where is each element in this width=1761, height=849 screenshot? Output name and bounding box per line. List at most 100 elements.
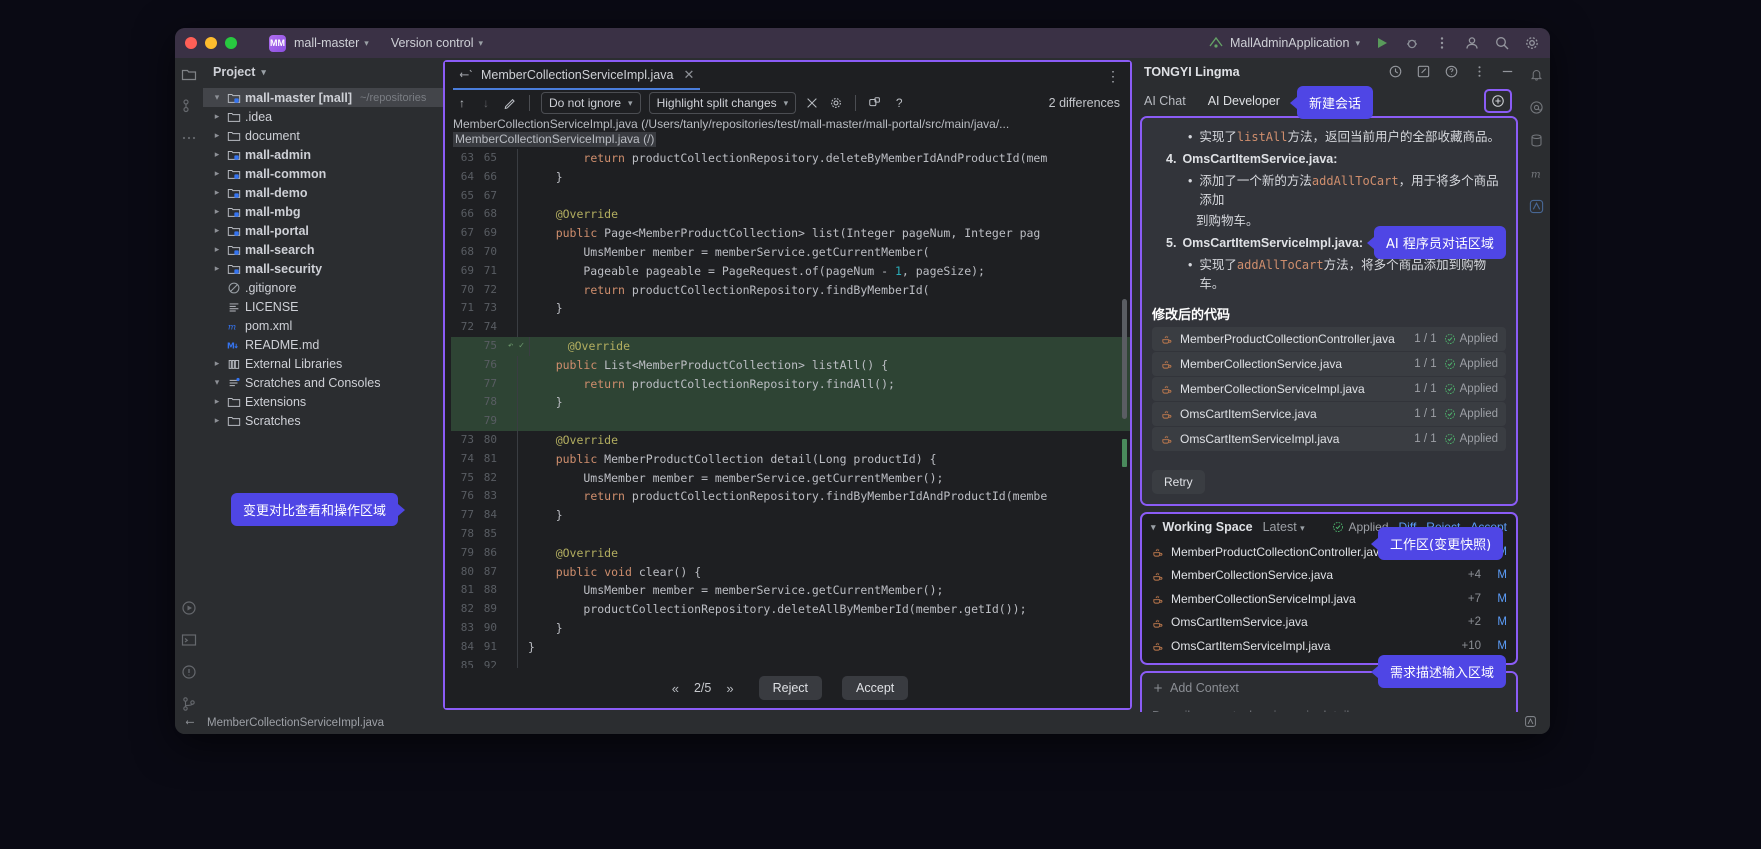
- new-note-icon[interactable]: [1416, 64, 1432, 80]
- chevron-right-icon[interactable]: ▸: [211, 168, 223, 179]
- applied-file-row[interactable]: MemberCollectionService.java 1 / 1 Applied: [1152, 352, 1506, 376]
- editor-options-kebab-icon[interactable]: ⋮: [1106, 68, 1120, 85]
- tree-item-mall-demo[interactable]: ▸ mall-demo: [203, 183, 443, 202]
- commit-tool-icon[interactable]: [181, 98, 197, 114]
- working-space-file-row[interactable]: MemberCollectionService.java +4 M: [1142, 564, 1516, 588]
- more-tools-icon[interactable]: [181, 130, 197, 146]
- working-space-file-row[interactable]: MemberCollectionServiceImpl.java +7 M: [1142, 587, 1516, 611]
- ai-panel-kebab-icon[interactable]: [1472, 64, 1488, 80]
- reject-change-button[interactable]: Reject: [758, 676, 823, 700]
- working-space-version-selector[interactable]: Latest ▾: [1263, 520, 1305, 534]
- tree-item-document[interactable]: ▸ document: [203, 126, 443, 145]
- terminal-tool-icon[interactable]: [181, 632, 197, 648]
- applied-file-row[interactable]: MemberProductCollectionController.java 1 …: [1152, 327, 1506, 351]
- run-config-label: MallAdminApplication: [1229, 36, 1350, 50]
- project-panel-header[interactable]: Project ▾: [203, 58, 443, 86]
- chevron-right-icon[interactable]: ▸: [211, 396, 223, 407]
- problems-tool-icon[interactable]: [181, 664, 197, 680]
- chevron-right-icon[interactable]: ▸: [211, 111, 223, 122]
- ai-tab-ai-developer[interactable]: AI Developer: [1208, 94, 1280, 108]
- chevron-right-icon[interactable]: ▸: [211, 187, 223, 198]
- tree-item-extensions[interactable]: ▸ Extensions: [203, 392, 443, 411]
- code-text: }: [528, 395, 563, 410]
- diff-settings-gear-icon[interactable]: [825, 92, 847, 114]
- ai-assistant-at-icon[interactable]: [1529, 100, 1545, 116]
- project-tree[interactable]: ▾ mall-master [mall] ~/repositories ▸ .idea ▸…: [203, 86, 443, 712]
- chevron-right-icon[interactable]: ▸: [211, 130, 223, 141]
- accept-change-button[interactable]: Accept: [842, 676, 909, 700]
- retry-button[interactable]: Retry: [1152, 470, 1205, 494]
- close-window-button[interactable]: [185, 37, 197, 49]
- ai-tab-ai-chat[interactable]: AI Chat: [1144, 94, 1186, 108]
- chevron-right-icon[interactable]: ▸: [211, 415, 223, 426]
- tongyi-lingma-icon[interactable]: [1529, 199, 1545, 215]
- revert-change-icon[interactable]: ↶ ✓: [503, 337, 529, 356]
- tree-item-mall-master-mall[interactable]: ▾ mall-master [mall] ~/repositories: [203, 88, 443, 107]
- working-space-file-row[interactable]: OmsCartItemServiceImpl.java +10 M: [1142, 634, 1516, 658]
- applied-file-row[interactable]: OmsCartItemServiceImpl.java 1 / 1 Applied: [1152, 427, 1506, 451]
- working-space-file-row[interactable]: OmsCartItemService.java +2 M: [1142, 611, 1516, 635]
- edit-source-button[interactable]: [499, 92, 521, 114]
- tree-item-scratches-and-consoles[interactable]: ▾ Scratches and Consoles: [203, 373, 443, 392]
- tree-item-mall-search[interactable]: ▸ mall-search: [203, 240, 443, 259]
- minimize-panel-icon[interactable]: [1500, 64, 1516, 80]
- chevron-right-icon[interactable]: ▸: [211, 358, 223, 369]
- chat-history-icon[interactable]: [1388, 64, 1404, 80]
- chevron-right-icon[interactable]: ▸: [211, 206, 223, 217]
- ignore-policy-combo[interactable]: Do not ignore ▾: [541, 92, 641, 114]
- chevron-right-icon[interactable]: ▸: [211, 244, 223, 255]
- tree-item-mall-portal[interactable]: ▸ mall-portal: [203, 221, 443, 240]
- database-icon[interactable]: [1529, 133, 1545, 149]
- tree-item-gitignore[interactable]: .gitignore: [203, 278, 443, 297]
- chevron-down-icon[interactable]: ▾: [1151, 522, 1156, 533]
- editor-tab-membercollectionserviceimpl[interactable]: MemberCollectionServiceImpl.java ✕: [453, 62, 701, 90]
- highlight-mode-combo[interactable]: Highlight split changes ▾: [648, 92, 797, 114]
- notifications-bell-icon[interactable]: [1529, 67, 1545, 83]
- tree-item-pom-xml[interactable]: m pom.xml: [203, 316, 443, 335]
- run-tool-icon[interactable]: [181, 600, 197, 616]
- debug-button[interactable]: [1404, 35, 1420, 51]
- applied-file-row[interactable]: OmsCartItemService.java 1 / 1 Applied: [1152, 402, 1506, 426]
- account-icon[interactable]: [1464, 35, 1480, 51]
- chevron-down-icon[interactable]: ▾: [211, 377, 223, 388]
- git-branch-tool-icon[interactable]: [181, 696, 197, 712]
- minimize-window-button[interactable]: [205, 37, 217, 49]
- next-difference-button[interactable]: ↓: [475, 92, 497, 114]
- tree-item-license[interactable]: LICENSE: [203, 297, 443, 316]
- tree-item-readme-md[interactable]: M README.md: [203, 335, 443, 354]
- chevron-right-icon[interactable]: ▸: [211, 225, 223, 236]
- search-icon[interactable]: [1494, 35, 1510, 51]
- tree-item-idea[interactable]: ▸ .idea: [203, 107, 443, 126]
- maven-m-icon[interactable]: m: [1529, 166, 1545, 182]
- status-lingma-icon[interactable]: [1524, 715, 1540, 731]
- diff-code-area[interactable]: 63 65 return productCollectionRepository.…: [445, 149, 1130, 668]
- next-change-button[interactable]: »: [721, 679, 738, 698]
- project-selector[interactable]: mall-master ▾: [294, 36, 369, 50]
- close-tab-icon[interactable]: ✕: [683, 67, 694, 83]
- chevron-right-icon[interactable]: ▸: [211, 149, 223, 160]
- external-diff-button[interactable]: [864, 92, 886, 114]
- diff-help-button[interactable]: ?: [888, 92, 910, 114]
- chevron-right-icon[interactable]: ▸: [211, 263, 223, 274]
- tree-item-mall-admin[interactable]: ▸ mall-admin: [203, 145, 443, 164]
- tree-item-mall-security[interactable]: ▸ mall-security: [203, 259, 443, 278]
- maximize-window-button[interactable]: [225, 37, 237, 49]
- previous-change-button[interactable]: «: [667, 679, 684, 698]
- new-chat-button[interactable]: [1484, 89, 1512, 113]
- tree-item-external-libraries[interactable]: ▸ External Libraries: [203, 354, 443, 373]
- chevron-down-icon[interactable]: ▾: [211, 92, 223, 103]
- project-tool-icon[interactable]: [181, 66, 197, 82]
- help-circle-icon[interactable]: [1444, 64, 1460, 80]
- previous-difference-button[interactable]: ↑: [451, 92, 473, 114]
- applied-file-row[interactable]: MemberCollectionServiceImpl.java 1 / 1 App…: [1152, 377, 1506, 401]
- editor-scrollbar[interactable]: [1122, 149, 1127, 668]
- tree-item-mall-mbg[interactable]: ▸ mall-mbg: [203, 202, 443, 221]
- collapse-unchanged-button[interactable]: [801, 92, 823, 114]
- tree-item-scratches[interactable]: ▸ Scratches: [203, 411, 443, 430]
- run-button[interactable]: [1374, 35, 1390, 51]
- run-configuration-selector[interactable]: MallAdminApplication ▾: [1208, 35, 1360, 51]
- settings-gear-icon[interactable]: [1524, 35, 1540, 51]
- more-actions-kebab-icon[interactable]: [1434, 35, 1450, 51]
- version-control-selector[interactable]: Version control ▾: [391, 36, 483, 50]
- tree-item-mall-common[interactable]: ▸ mall-common: [203, 164, 443, 183]
